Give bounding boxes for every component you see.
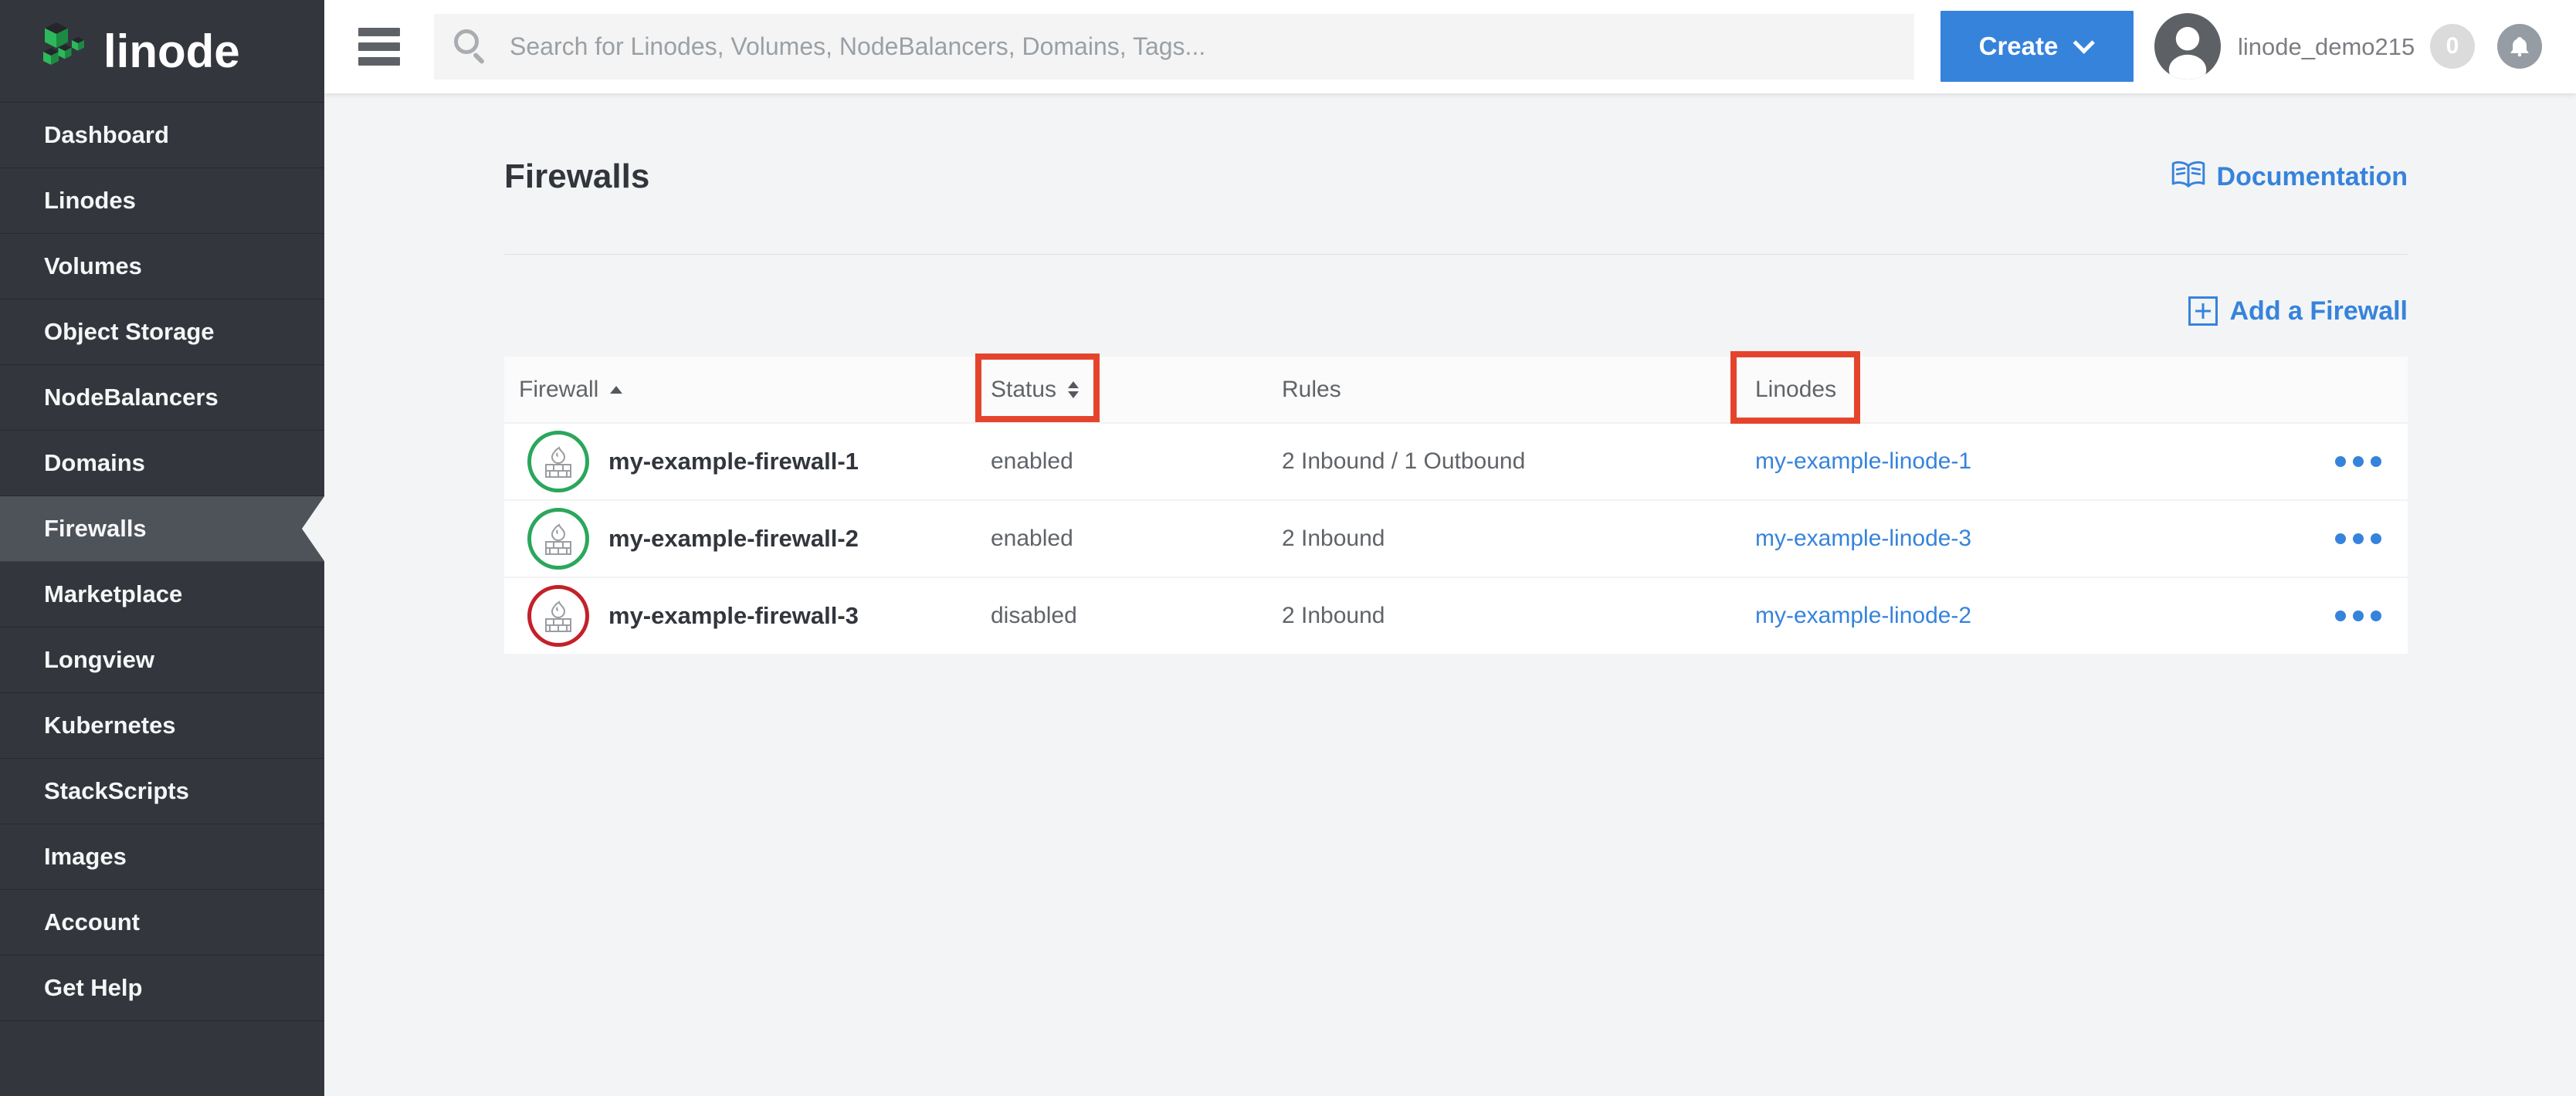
row-actions-menu-icon[interactable]	[2335, 533, 2381, 544]
linode-cloud-manager: linode Dashboard Linodes Volumes Object …	[0, 0, 2576, 1096]
firewall-status: disabled	[991, 603, 1282, 629]
firewall-status-icon	[527, 431, 589, 492]
search-input[interactable]	[510, 32, 1914, 61]
firewall-status-icon	[527, 508, 589, 570]
notification-count-badge[interactable]: 0	[2430, 24, 2475, 69]
firewall-rules: 2 Inbound	[1282, 526, 1755, 552]
add-a-firewall-label: Add a Firewall	[2230, 296, 2408, 326]
sidebar-item-linodes[interactable]: Linodes	[0, 168, 324, 234]
sidebar-nav: Dashboard Linodes Volumes Object Storage…	[0, 103, 324, 1021]
column-header-status[interactable]: Status	[991, 377, 1282, 403]
sidebar-item-longview[interactable]: Longview	[0, 627, 324, 693]
firewall-name[interactable]: my-example-firewall-2	[608, 525, 859, 553]
column-header-rules: Rules	[1282, 377, 1755, 403]
sidebar-item-domains[interactable]: Domains	[0, 431, 324, 496]
book-icon	[2171, 160, 2206, 195]
firewall-status: enabled	[991, 448, 1282, 475]
sidebar-item-marketplace[interactable]: Marketplace	[0, 562, 324, 627]
table-header-row: Firewall Status Rules Linodes	[504, 357, 2408, 422]
firewall-status-icon	[527, 585, 589, 647]
sort-asc-icon	[610, 386, 622, 394]
topbar: Create linode_demo215 0	[324, 0, 2576, 93]
sidebar: linode Dashboard Linodes Volumes Object …	[0, 0, 324, 1096]
sidebar-item-object-storage[interactable]: Object Storage	[0, 299, 324, 365]
main-content: Firewalls Documentation Add a Firewall	[324, 93, 2576, 1096]
sidebar-item-dashboard[interactable]: Dashboard	[0, 103, 324, 168]
firewall-name[interactable]: my-example-firewall-1	[608, 448, 859, 475]
logo-wordmark: linode	[103, 25, 240, 78]
table-row: my-example-firewall-3 disabled 2 Inbound…	[504, 577, 2408, 654]
sidebar-item-get-help[interactable]: Get Help	[0, 956, 324, 1021]
sidebar-item-stackscripts[interactable]: StackScripts	[0, 759, 324, 824]
notifications-bell-icon[interactable]	[2497, 24, 2542, 69]
global-search	[434, 14, 1914, 79]
firewall-name[interactable]: my-example-firewall-3	[608, 602, 859, 630]
sidebar-item-kubernetes[interactable]: Kubernetes	[0, 693, 324, 759]
menu-icon[interactable]	[358, 28, 400, 66]
sidebar-item-account[interactable]: Account	[0, 890, 324, 956]
linode-cubes-icon	[39, 22, 90, 81]
sidebar-item-volumes[interactable]: Volumes	[0, 234, 324, 299]
linode-link[interactable]: my-example-linode-1	[1755, 448, 1971, 474]
row-actions-menu-icon[interactable]	[2335, 456, 2381, 467]
add-a-firewall-link[interactable]: Add a Firewall	[2188, 292, 2408, 330]
firewall-status: enabled	[991, 526, 1282, 552]
row-actions-menu-icon[interactable]	[2335, 611, 2381, 621]
firewall-rules: 2 Inbound	[1282, 603, 1755, 629]
table-row: my-example-firewall-1 enabled 2 Inbound …	[504, 422, 2408, 499]
page-title: Firewalls	[504, 157, 649, 196]
sidebar-item-firewalls[interactable]: Firewalls	[0, 496, 324, 562]
documentation-link[interactable]: Documentation	[2171, 160, 2408, 195]
chevron-down-icon	[2073, 32, 2095, 54]
column-header-linodes: Linodes	[1755, 377, 2296, 403]
sidebar-item-nodebalancers[interactable]: NodeBalancers	[0, 365, 324, 431]
linode-link[interactable]: my-example-linode-3	[1755, 526, 1971, 551]
firewalls-table: Firewall Status Rules Linodes	[504, 357, 2408, 654]
table-row: my-example-firewall-2 enabled 2 Inbound …	[504, 499, 2408, 577]
sidebar-item-images[interactable]: Images	[0, 824, 324, 890]
linode-logo[interactable]: linode	[0, 0, 324, 103]
plus-square-icon	[2188, 296, 2218, 326]
search-icon	[454, 29, 490, 65]
sort-both-icon	[1068, 381, 1079, 398]
documentation-label: Documentation	[2217, 162, 2408, 192]
avatar[interactable]	[2154, 13, 2221, 79]
create-button[interactable]: Create	[1940, 11, 2134, 82]
username[interactable]: linode_demo215	[2238, 0, 2415, 93]
linode-link[interactable]: my-example-linode-2	[1755, 603, 1971, 628]
column-header-firewall[interactable]: Firewall	[504, 377, 991, 403]
firewall-rules: 2 Inbound / 1 Outbound	[1282, 448, 1755, 475]
header-divider	[504, 254, 2408, 255]
